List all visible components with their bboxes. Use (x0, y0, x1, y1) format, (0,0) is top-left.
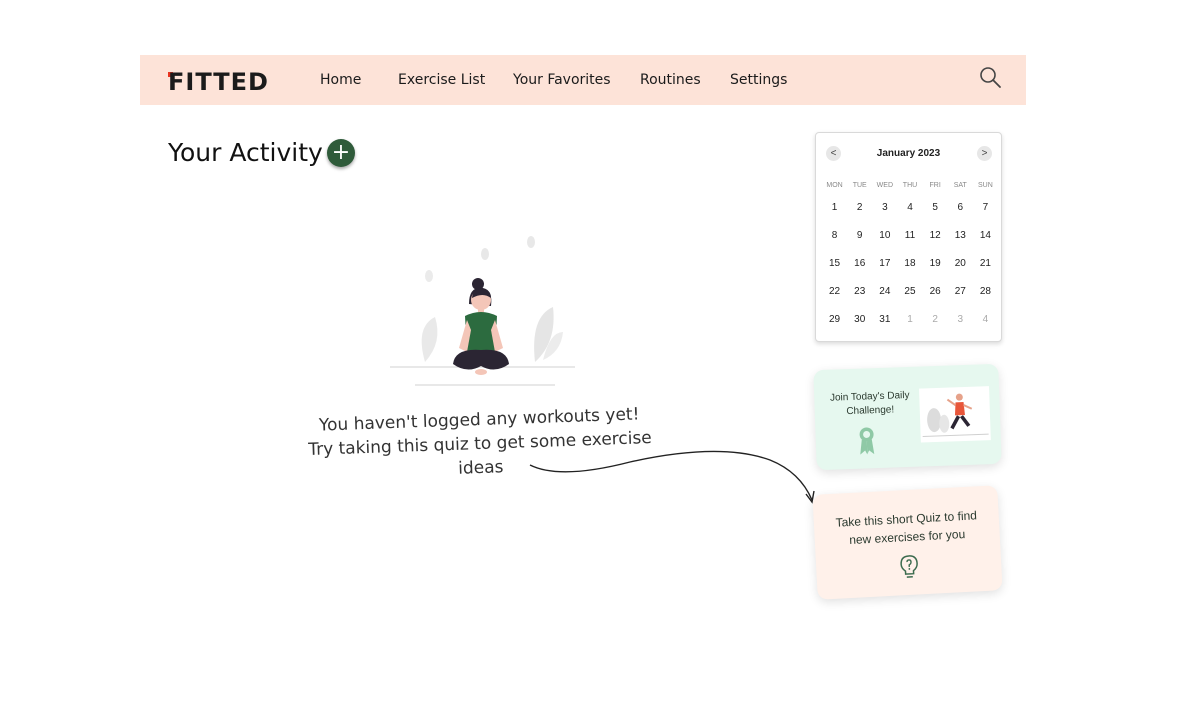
calendar-day[interactable]: 20 (948, 250, 973, 278)
logo[interactable]: FITTED (168, 68, 269, 96)
calendar-day[interactable]: 29 (822, 306, 847, 334)
calendar-widget: < January 2023 > MON TUE WED THU FRI SAT… (815, 132, 1002, 342)
calendar-day[interactable]: 28 (973, 278, 998, 306)
calendar-day[interactable]: 14 (973, 222, 998, 250)
calendar-day-next-month[interactable]: 2 (923, 306, 948, 334)
calendar-day[interactable]: 27 (948, 278, 973, 306)
weekday-label: THU (902, 182, 918, 189)
calendar-day[interactable]: 31 (872, 306, 897, 334)
calendar-day-next-month[interactable]: 1 (897, 306, 922, 334)
nav-your-favorites[interactable]: Your Favorites (513, 72, 611, 88)
page-title: Your Activity (168, 138, 323, 167)
calendar-day[interactable]: 16 (847, 250, 872, 278)
calendar-grid: MON TUE WED THU FRI SAT SUN 1 2 3 4 5 6 … (822, 178, 998, 334)
calendar-day[interactable]: 17 (872, 250, 897, 278)
calendar-day[interactable]: 5 (923, 194, 948, 222)
calendar-next-button[interactable]: > (977, 146, 992, 161)
calendar-day[interactable]: 11 (897, 222, 922, 250)
lightbulb-question-icon (900, 555, 918, 578)
weekday-label: SUN (978, 182, 993, 189)
calendar-day[interactable]: 22 (822, 278, 847, 306)
nav-routines[interactable]: Routines (640, 72, 701, 88)
weekday-label: MON (826, 182, 843, 189)
calendar-day[interactable]: 23 (847, 278, 872, 306)
weekday-label: WED (876, 182, 894, 189)
nav-home[interactable]: Home (320, 72, 361, 88)
calendar-month-title: January 2023 (876, 148, 941, 159)
calendar-day[interactable]: 18 (897, 250, 922, 278)
calendar-day[interactable]: 13 (948, 222, 973, 250)
calendar-day[interactable]: 4 (897, 194, 922, 222)
calendar-day[interactable]: 6 (948, 194, 973, 222)
calendar-day[interactable]: 7 (973, 194, 998, 222)
add-activity-button[interactable]: + (327, 139, 355, 167)
calendar-day[interactable]: 9 (847, 222, 872, 250)
calendar-day-next-month[interactable]: 3 (948, 306, 973, 334)
award-ribbon-icon (859, 427, 875, 455)
calendar-day[interactable]: 24 (872, 278, 897, 306)
calendar-day[interactable]: 8 (822, 222, 847, 250)
quiz-card-label: Take this short Quiz to find new exercis… (835, 508, 978, 548)
calendar-day[interactable]: 26 (923, 278, 948, 306)
calendar-day[interactable]: 19 (923, 250, 948, 278)
calendar-day[interactable]: 15 (822, 250, 847, 278)
calendar-day[interactable]: 2 (847, 194, 872, 222)
weekday-label: SAT (953, 182, 967, 189)
weekday-label: FRI (929, 182, 941, 189)
daily-challenge-label: Join Today's Daily Challenge! (829, 389, 910, 418)
calendar-day[interactable]: 12 (923, 222, 948, 250)
calendar-day[interactable]: 30 (847, 306, 872, 334)
top-nav: FITTED Home Exercise List Your Favorites… (140, 55, 1026, 105)
runner-illustration (919, 386, 991, 443)
daily-challenge-card[interactable]: Join Today's Daily Challenge! (813, 363, 1002, 471)
calendar-day[interactable]: 25 (897, 278, 922, 306)
calendar-day[interactable]: 21 (973, 250, 998, 278)
search-icon[interactable] (978, 65, 1004, 91)
weekday-label: TUE (852, 182, 867, 189)
arrow-to-quiz-icon (529, 450, 815, 504)
nav-settings[interactable]: Settings (730, 72, 787, 88)
calendar-day-next-month[interactable]: 4 (973, 306, 998, 334)
meditation-illustration (390, 236, 575, 386)
calendar-day[interactable]: 10 (872, 222, 897, 250)
calendar-day[interactable]: 1 (822, 194, 847, 222)
quiz-card[interactable]: Take this short Quiz to find new exercis… (812, 485, 1003, 600)
calendar-day[interactable]: 3 (872, 194, 897, 222)
nav-exercise-list[interactable]: Exercise List (398, 72, 485, 88)
